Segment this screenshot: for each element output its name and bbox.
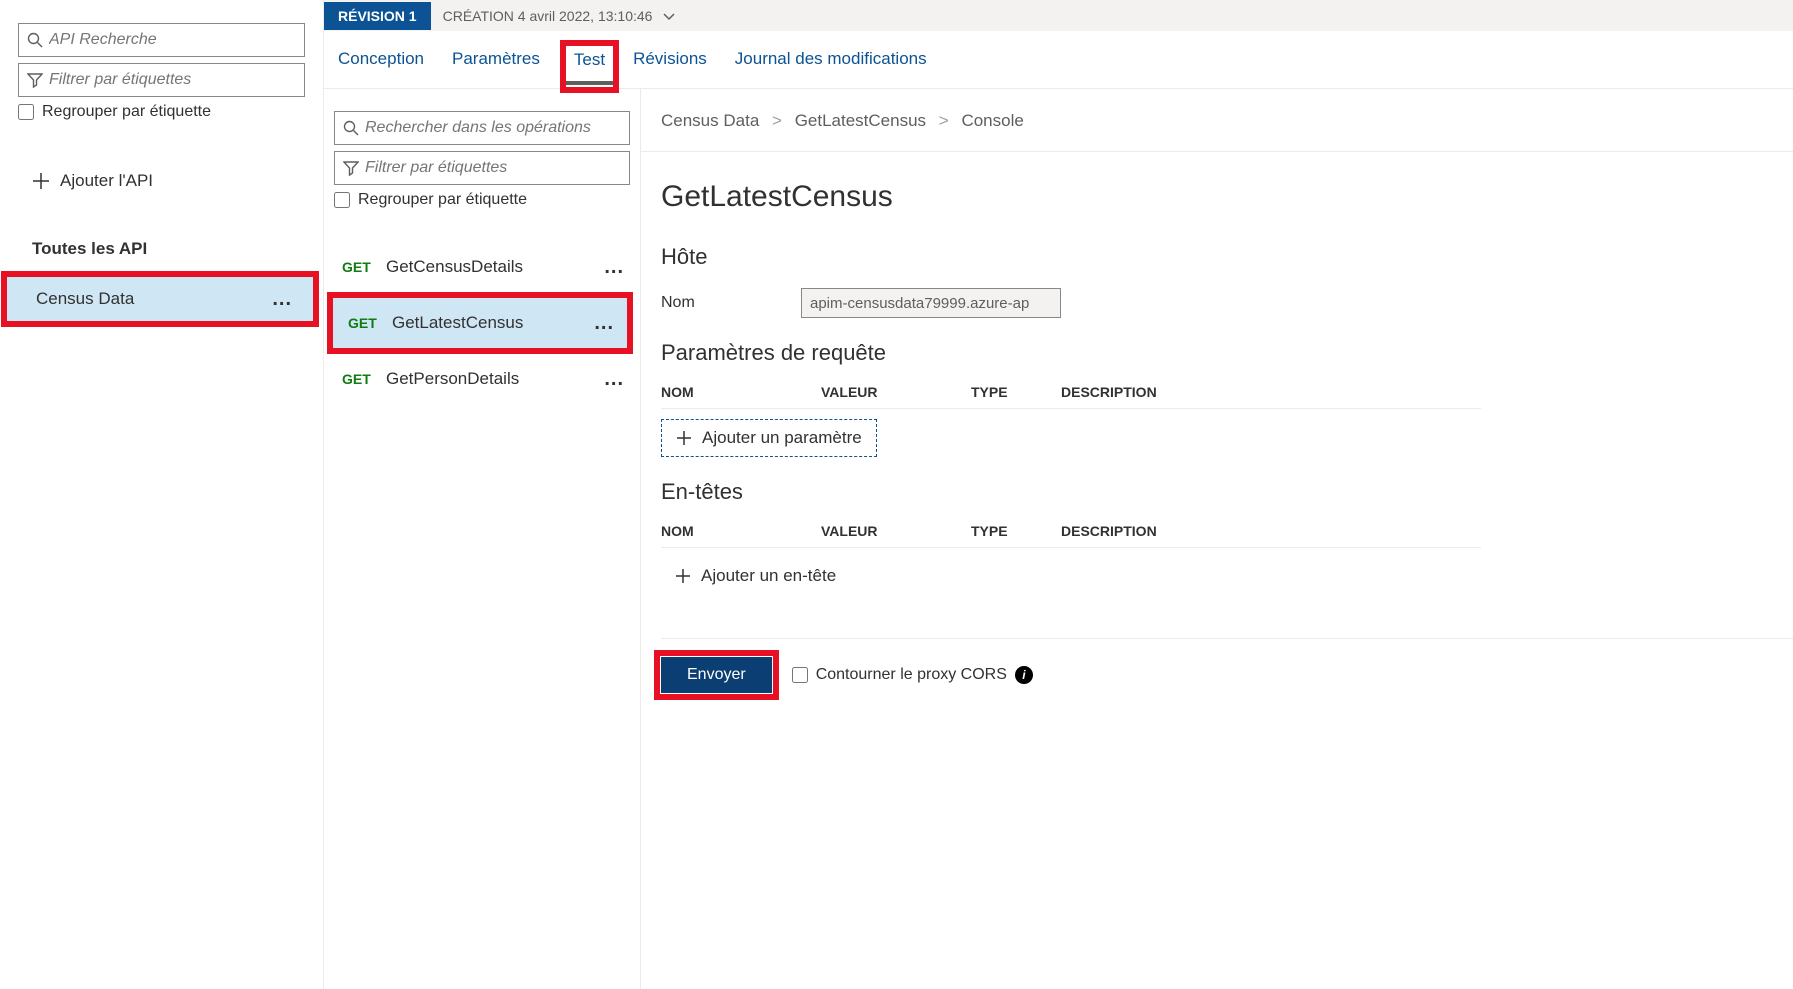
- plus-icon: [32, 172, 50, 190]
- col-name: NOM: [661, 384, 821, 400]
- api-search-box[interactable]: [18, 23, 305, 57]
- send-button[interactable]: Envoyer: [661, 657, 772, 693]
- operation-name: GetLatestCensus: [392, 313, 594, 333]
- api-search-input[interactable]: [49, 31, 296, 49]
- operations-panel: Regrouper par étiquette GET GetCensusDet…: [324, 89, 640, 989]
- bypass-cors-checkbox[interactable]: [792, 667, 808, 683]
- search-icon: [343, 120, 359, 136]
- add-api-button[interactable]: Ajouter l'API: [32, 171, 305, 191]
- test-console-panel: Census Data > GetLatestCensus > Console …: [640, 89, 1793, 989]
- revision-badge: RÉVISION 1: [324, 2, 431, 30]
- api-item-census-data[interactable]: Census Data ...: [4, 274, 316, 324]
- operation-name: GetPersonDetails: [386, 369, 604, 389]
- operation-method: GET: [348, 315, 392, 331]
- api-item-label: Census Data: [36, 289, 134, 309]
- tab-changelog[interactable]: Journal des modifications: [735, 49, 927, 84]
- headers-header: NOM VALEUR TYPE DESCRIPTION: [661, 523, 1481, 548]
- breadcrumb-console: Console: [961, 111, 1023, 130]
- host-name-label: Nom: [661, 294, 801, 312]
- add-header-button[interactable]: Ajouter un en-tête: [661, 558, 850, 594]
- tab-settings[interactable]: Paramètres: [452, 49, 540, 84]
- tab-test[interactable]: Test: [568, 48, 611, 85]
- tab-bar: Conception Paramètres Test Révisions Jou…: [324, 31, 1793, 89]
- operations-group-by-tag-checkbox[interactable]: [334, 192, 350, 208]
- all-apis-heading: Toutes les API: [32, 239, 305, 259]
- info-icon[interactable]: i: [1015, 666, 1033, 684]
- col-value: VALEUR: [821, 384, 971, 400]
- api-list-sidebar: Regrouper par étiquette Ajouter l'API To…: [0, 0, 324, 989]
- operation-more-icon[interactable]: ...: [594, 318, 614, 328]
- col-value: VALEUR: [821, 523, 971, 539]
- operation-more-icon[interactable]: ...: [604, 262, 624, 272]
- operation-title: GetLatestCensus: [661, 180, 1793, 214]
- operations-filter-box[interactable]: [334, 151, 630, 185]
- bypass-cors-label: Contourner le proxy CORS: [816, 666, 1007, 684]
- revision-bar[interactable]: RÉVISION 1 CRÉATION 4 avril 2022, 13:10:…: [324, 0, 1793, 31]
- query-params-header: NOM VALEUR TYPE DESCRIPTION: [661, 384, 1481, 409]
- operation-method: GET: [342, 259, 386, 275]
- group-by-tag-label: Regrouper par étiquette: [42, 103, 211, 121]
- col-type: TYPE: [971, 384, 1061, 400]
- operation-item[interactable]: GET GetPersonDetails ...: [324, 351, 640, 407]
- search-icon: [27, 32, 43, 48]
- revision-creation-text: CRÉATION 4 avril 2022, 13:10:46: [443, 8, 653, 24]
- group-by-tag-checkbox-row[interactable]: Regrouper par étiquette: [18, 103, 305, 121]
- plus-icon: [675, 568, 691, 584]
- col-description: DESCRIPTION: [1061, 523, 1481, 539]
- host-heading: Hôte: [661, 244, 1793, 270]
- query-params-heading: Paramètres de requête: [661, 340, 1793, 366]
- col-description: DESCRIPTION: [1061, 384, 1481, 400]
- group-by-tag-checkbox[interactable]: [18, 104, 34, 120]
- api-filter-input[interactable]: [49, 71, 296, 89]
- bypass-cors-row[interactable]: Contourner le proxy CORS i: [792, 666, 1033, 684]
- api-filter-box[interactable]: [18, 63, 305, 97]
- breadcrumb: Census Data > GetLatestCensus > Console: [641, 89, 1793, 152]
- operation-item[interactable]: GET GetCensusDetails ...: [324, 239, 640, 295]
- filter-icon: [343, 160, 359, 176]
- operation-item-selected[interactable]: GET GetLatestCensus ...: [330, 295, 630, 351]
- operations-group-by-tag-row[interactable]: Regrouper par étiquette: [334, 191, 630, 209]
- filter-icon: [27, 72, 43, 88]
- send-bar: Envoyer Contourner le proxy CORS i: [661, 638, 1793, 693]
- col-type: TYPE: [971, 523, 1061, 539]
- tab-design[interactable]: Conception: [338, 49, 424, 84]
- breadcrumb-api[interactable]: Census Data: [661, 111, 759, 130]
- plus-icon: [676, 430, 692, 446]
- col-name: NOM: [661, 523, 821, 539]
- operations-group-by-tag-label: Regrouper par étiquette: [358, 191, 527, 209]
- operations-search-box[interactable]: [334, 111, 630, 145]
- operations-search-input[interactable]: [365, 119, 621, 137]
- host-name-input: [801, 288, 1061, 318]
- operations-filter-input[interactable]: [365, 159, 621, 177]
- operation-name: GetCensusDetails: [386, 257, 604, 277]
- chevron-down-icon[interactable]: [662, 9, 676, 23]
- api-item-more-icon[interactable]: ...: [272, 294, 292, 304]
- add-parameter-button[interactable]: Ajouter un paramètre: [661, 419, 877, 457]
- operation-method: GET: [342, 371, 386, 387]
- operation-more-icon[interactable]: ...: [604, 374, 624, 384]
- tab-revisions[interactable]: Révisions: [633, 49, 707, 84]
- breadcrumb-operation[interactable]: GetLatestCensus: [795, 111, 926, 130]
- headers-heading: En-têtes: [661, 479, 1793, 505]
